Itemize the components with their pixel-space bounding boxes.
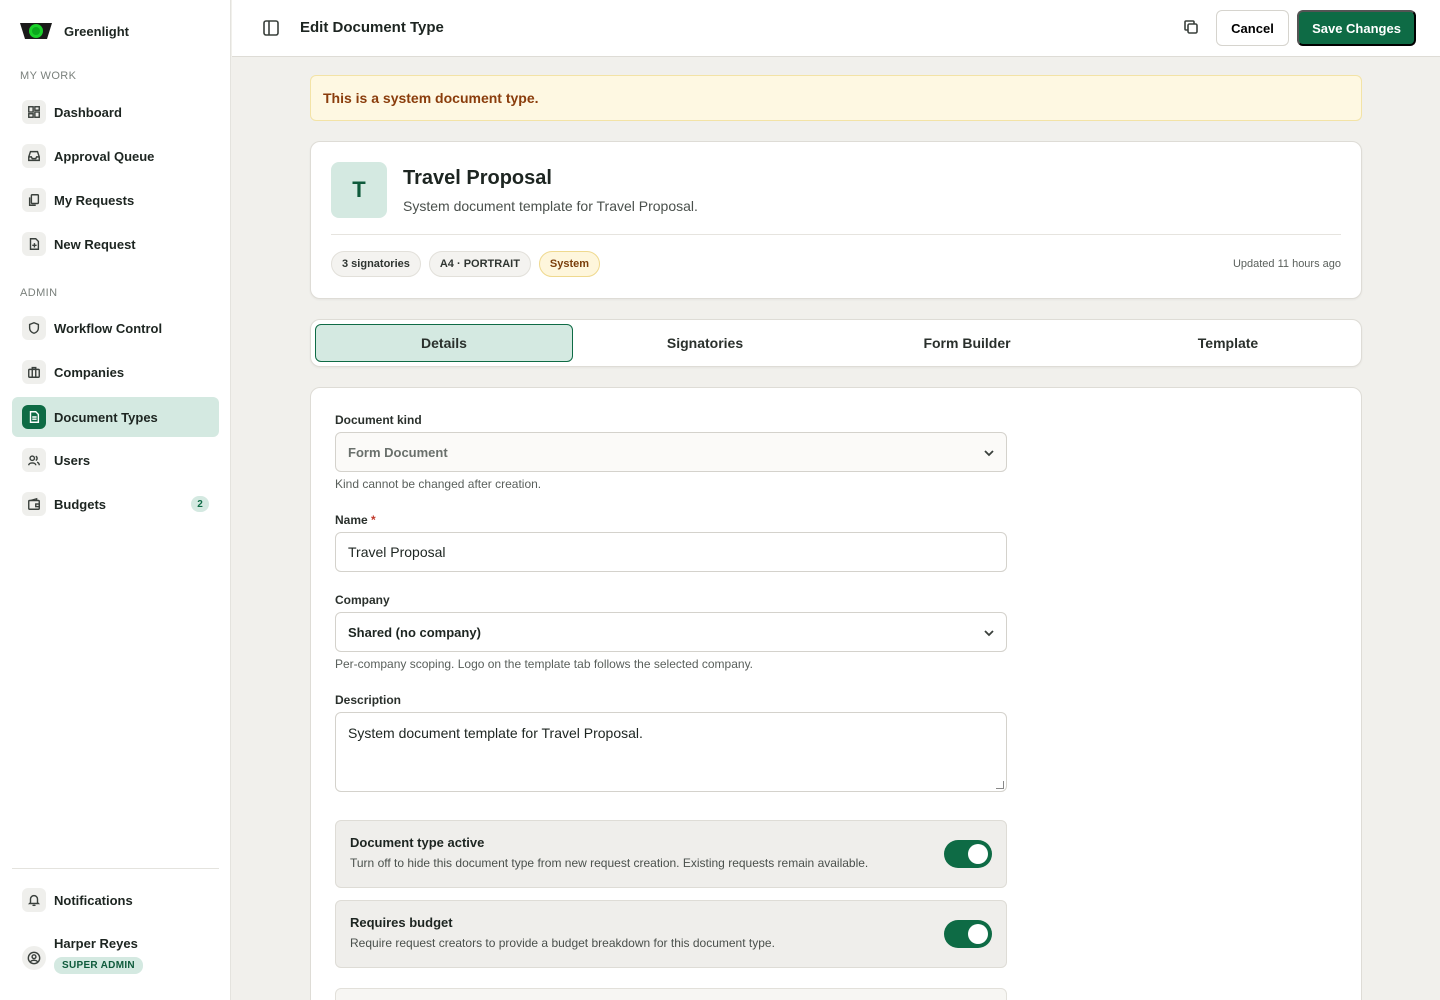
document-icon — [22, 405, 46, 429]
sidebar-item-label: Companies — [54, 364, 125, 380]
budget-toggle-description: Require request creators to provide a bu… — [350, 936, 775, 950]
updated-timestamp: Updated 11 hours ago — [1232, 258, 1341, 270]
tab-form-builder[interactable]: Form Builder — [838, 324, 1096, 362]
name-input-value: Travel Proposal — [348, 544, 446, 560]
description-textarea[interactable]: System document template for Travel Prop… — [335, 712, 1007, 792]
document-type-avatar: T — [331, 162, 387, 218]
company-hint: Per-company scoping. Logo on the templat… — [335, 657, 754, 671]
sidebar: Greenlight MY WORK Dashboard Approval Qu… — [0, 0, 231, 1000]
page-title: Edit Document Type — [300, 19, 444, 36]
budget-toggle-switch[interactable] — [944, 920, 992, 948]
sidebar-item-document-types[interactable]: Document Types — [12, 397, 219, 437]
user-name: Harper Reyes — [54, 936, 138, 951]
sidebar-item-label: Notifications — [54, 892, 133, 908]
description-textarea-value: System document template for Travel Prop… — [348, 725, 643, 741]
system-chip: System — [538, 251, 601, 277]
tab-bar: Details Signatories Form Builder Templat… — [310, 319, 1362, 367]
tab-template[interactable]: Template — [1099, 324, 1357, 362]
sidebar-item-companies[interactable]: Companies — [12, 352, 219, 392]
sidebar-item-label: Budgets — [54, 496, 106, 512]
dashboard-icon — [22, 100, 46, 124]
sidebar-item-users[interactable]: Users — [12, 440, 219, 480]
brand-name: Greenlight — [64, 23, 130, 39]
sidebar-item-budgets[interactable]: Budgets 2 — [12, 484, 219, 524]
users-icon — [22, 448, 46, 472]
topbar: Edit Document Type Cancel Save Changes — [232, 0, 1440, 57]
save-changes-button[interactable]: Save Changes — [1297, 10, 1416, 46]
sidebar-item-label: Document Types — [54, 409, 158, 425]
active-toggle-description: Turn off to hide this document type from… — [350, 856, 869, 870]
shield-icon — [22, 316, 46, 340]
document-type-name: Travel Proposal — [403, 167, 552, 189]
cancel-button[interactable]: Cancel — [1216, 10, 1289, 46]
user-avatar-icon — [22, 946, 46, 970]
sidebar-item-my-requests[interactable]: My Requests — [12, 180, 219, 220]
document-kind-label: Document kind — [335, 413, 422, 427]
name-label: Name * — [335, 513, 376, 527]
signatories-count-chip: 3 signatories — [331, 251, 421, 277]
sidebar-item-dashboard[interactable]: Dashboard — [12, 92, 219, 132]
section-label-my-work: MY WORK — [20, 70, 77, 82]
brand[interactable]: Greenlight — [20, 20, 129, 42]
document-type-summary-card: T Travel Proposal System document templa… — [310, 141, 1362, 299]
chevron-down-icon — [982, 446, 996, 460]
sidebar-item-notifications[interactable]: Notifications — [12, 880, 219, 920]
toggle-knob — [968, 924, 988, 944]
description-label: Description — [335, 693, 402, 707]
tab-details[interactable]: Details — [315, 324, 573, 362]
sidebar-item-label: Users — [54, 452, 91, 468]
system-type-alert: This is a system document type. — [310, 75, 1362, 121]
page-format-chip: A4 · PORTRAIT — [428, 251, 531, 277]
wallet-icon — [22, 492, 46, 516]
sidebar-item-new-request[interactable]: New Request — [12, 224, 219, 264]
resize-handle[interactable] — [996, 781, 1004, 789]
active-toggle-title: Document type active — [350, 835, 485, 850]
file-plus-icon — [22, 232, 46, 256]
chevron-down-icon — [982, 626, 996, 640]
inbox-icon — [22, 144, 46, 168]
briefcase-icon — [22, 360, 46, 384]
card-divider — [331, 234, 1341, 235]
user-profile[interactable]: Harper Reyes SUPER ADMIN — [22, 936, 143, 974]
sidebar-item-label: New Request — [54, 236, 136, 252]
active-toggle-switch[interactable] — [944, 840, 992, 868]
details-form: Document kind Form Document Kind cannot … — [310, 387, 1362, 1000]
role-badge: SUPER ADMIN — [54, 957, 143, 974]
document-kind-value: Form Document — [348, 444, 448, 460]
section-label-admin: ADMIN — [20, 287, 58, 299]
next-setting-row — [335, 988, 1007, 1000]
required-marker: * — [371, 513, 376, 527]
duplicate-icon[interactable] — [1182, 18, 1202, 38]
sidebar-item-approval-queue[interactable]: Approval Queue — [12, 136, 219, 176]
document-type-description: System document template for Travel Prop… — [403, 198, 698, 214]
active-toggle-row: Document type active Turn off to hide th… — [335, 820, 1007, 888]
files-icon — [22, 188, 46, 212]
sidebar-toggle-icon[interactable] — [262, 19, 280, 37]
sidebar-item-label: Workflow Control — [54, 320, 163, 336]
sidebar-item-label: Dashboard — [54, 104, 122, 120]
document-kind-hint: Kind cannot be changed after creation. — [335, 477, 542, 491]
tab-signatories[interactable]: Signatories — [576, 324, 834, 362]
document-kind-select: Form Document — [335, 432, 1007, 472]
budget-toggle-row: Requires budget Require request creators… — [335, 900, 1007, 968]
name-input[interactable]: Travel Proposal — [335, 532, 1007, 572]
sidebar-divider — [12, 868, 219, 869]
sidebar-item-workflow-control[interactable]: Workflow Control — [12, 308, 219, 348]
traffic-light-logo-icon — [20, 23, 52, 39]
sidebar-item-label: Approval Queue — [54, 148, 155, 164]
budgets-count-badge: 2 — [191, 496, 209, 512]
name-label-text: Name — [335, 513, 368, 527]
sidebar-item-label: My Requests — [54, 192, 135, 208]
company-select[interactable]: Shared (no company) — [335, 612, 1007, 652]
company-select-value: Shared (no company) — [348, 624, 481, 640]
toggle-knob — [968, 844, 988, 864]
company-label: Company — [335, 593, 390, 607]
meta-chips: 3 signatories A4 · PORTRAIT System — [331, 251, 601, 277]
bell-icon — [22, 888, 46, 912]
budget-toggle-title: Requires budget — [350, 915, 453, 930]
